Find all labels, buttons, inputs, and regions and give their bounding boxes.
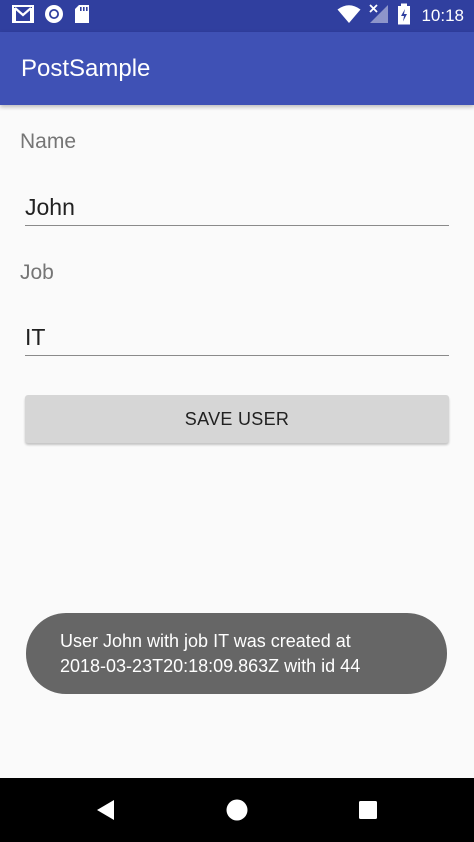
status-bar: 10:18: [0, 0, 474, 32]
app-title: PostSample: [21, 55, 151, 82]
recents-icon[interactable]: [350, 792, 386, 828]
wifi-icon: [337, 4, 361, 28]
status-notifications: [12, 4, 90, 28]
sd-card-icon: [74, 4, 90, 28]
name-input[interactable]: [25, 189, 449, 226]
job-input[interactable]: [25, 319, 449, 356]
toast-message: User John with job IT was created at 201…: [26, 613, 447, 694]
back-icon[interactable]: [87, 792, 123, 828]
circle-app-icon: [44, 4, 64, 28]
home-icon[interactable]: [219, 792, 255, 828]
toast-line-2: 2018-03-23T20:18:09.863Z with id 44: [60, 656, 361, 676]
job-label: Job: [20, 261, 54, 284]
status-system: 10:18: [337, 3, 464, 29]
save-user-button[interactable]: SAVE USER: [25, 395, 449, 443]
navigation-bar: [0, 778, 474, 842]
status-time: 10:18: [421, 6, 464, 25]
battery-charging-icon: [397, 3, 411, 29]
toast-line-1: User John with job IT was created at: [60, 631, 351, 651]
name-label: Name: [20, 130, 77, 153]
gmail-icon: [12, 5, 34, 27]
app-bar: PostSample: [0, 32, 474, 105]
signal-no-data-icon: [369, 4, 389, 28]
